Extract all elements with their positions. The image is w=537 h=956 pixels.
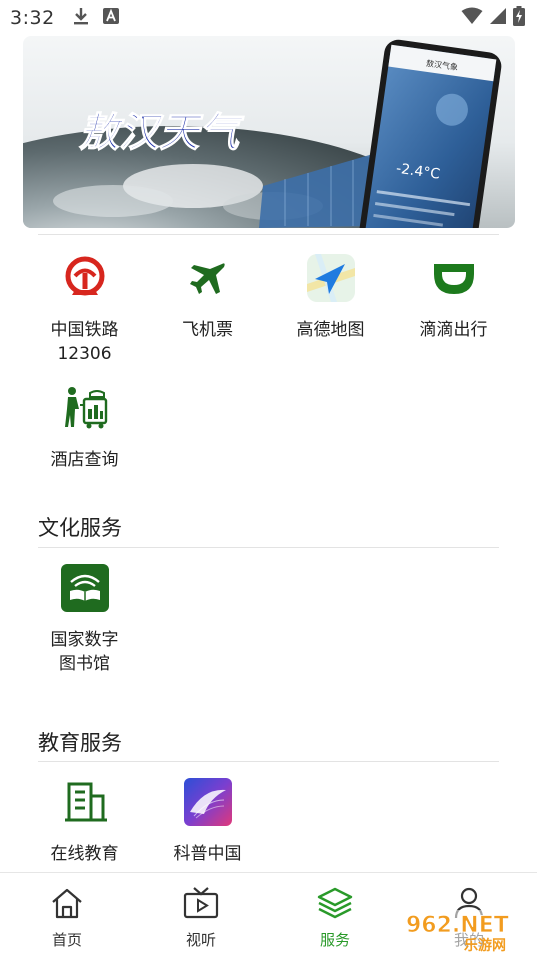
didi-icon [428, 252, 480, 304]
service-digital-library[interactable]: 国家数字 图书馆 [23, 548, 146, 676]
nav-label: 首页 [51, 931, 82, 949]
service-label: 在线教育 [50, 844, 119, 864]
service-railway-12306[interactable]: 中国铁路 12306 [23, 238, 146, 366]
battery-charging-icon [513, 6, 525, 30]
hotel-icon [59, 382, 111, 434]
service-amap[interactable]: 高德地图 [269, 238, 392, 366]
service-label: 国家数字 图书馆 [50, 630, 119, 674]
home-icon [50, 885, 84, 921]
keyboard-a-icon [102, 8, 119, 28]
online-education-icon [59, 776, 111, 828]
service-label: 滴滴出行 [419, 320, 488, 340]
service-label: 高德地图 [296, 320, 365, 340]
site-watermark: 962.NET 乐游网 [400, 906, 534, 954]
airplane-icon [182, 252, 234, 304]
railway-icon [59, 252, 111, 304]
service-label: 酒店查询 [50, 450, 119, 470]
service-online-education[interactable]: 在线教育 [23, 762, 146, 866]
download-icon [73, 6, 89, 30]
kepu-china-icon [182, 776, 234, 828]
nav-home[interactable]: 首页 [0, 873, 134, 956]
service-kepu-china[interactable]: 科普中国 [146, 762, 269, 866]
service-flight[interactable]: 飞机票 [146, 238, 269, 366]
amap-icon [305, 252, 357, 304]
travel-services-grid: 中国铁路 12306 飞机票 高德地图 滴滴出行 酒店查询 [23, 238, 515, 472]
divider [38, 234, 499, 235]
service-label: 科普中国 [173, 844, 242, 864]
education-services-grid: 在线教育 科普中国 [23, 762, 515, 866]
nav-label: 服务 [319, 931, 350, 949]
section-title-education: 教育服务 [38, 731, 122, 755]
service-label: 飞机票 [182, 320, 233, 340]
service-label: 中国铁路 12306 [50, 320, 119, 364]
culture-services-grid: 国家数字 图书馆 [23, 548, 515, 676]
service-hotel[interactable]: 酒店查询 [23, 368, 146, 472]
nav-media[interactable]: 视听 [134, 873, 268, 956]
weather-banner[interactable]: 敖汉气象 -2.4°C 敖汉天气 [23, 36, 515, 228]
status-bar: 3:32 [0, 0, 537, 36]
service-didi[interactable]: 滴滴出行 [392, 238, 515, 366]
digital-library-icon [59, 562, 111, 614]
section-title-culture: 文化服务 [38, 516, 122, 540]
wifi-icon [461, 7, 483, 29]
status-time: 3:32 [10, 7, 55, 29]
tv-icon [183, 885, 219, 921]
signal-icon [489, 7, 507, 29]
nav-label: 视听 [185, 931, 216, 949]
watermark-bottom: 乐游网 [464, 937, 506, 954]
layers-icon [316, 885, 354, 921]
nav-services[interactable]: 服务 [268, 873, 402, 956]
watermark-top: 962.NET [406, 913, 509, 938]
banner-title: 敖汉天气 [79, 110, 245, 156]
